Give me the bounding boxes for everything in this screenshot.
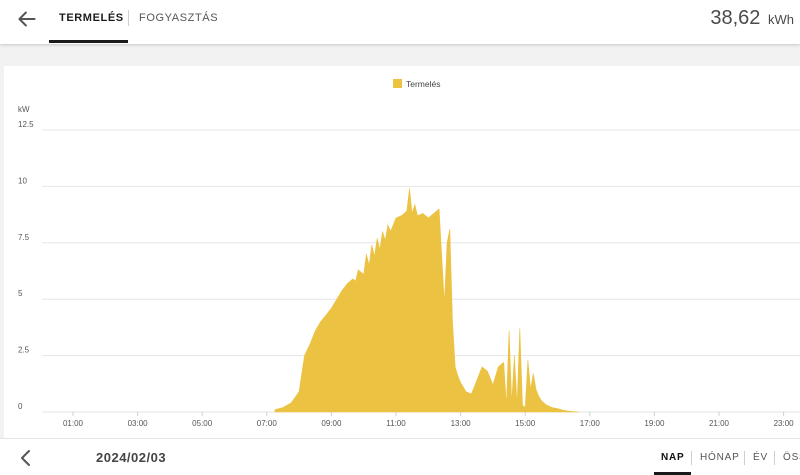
x-tick-label: 17:00 <box>580 419 601 428</box>
x-tick-label: 05:00 <box>192 419 213 428</box>
x-tick-label: 11:00 <box>386 419 406 428</box>
top-bar: TERMELÉS FOGYASZTÁS 38,62 kWh <box>0 0 800 44</box>
production-chart: 0 2.5 5 7.5 10 12.5 01:00 03:00 05:00 07:00 09:00… <box>18 79 800 428</box>
x-tick-label: 01:00 <box>63 419 84 428</box>
x-tick-label: 21:00 <box>709 419 730 428</box>
period-nap[interactable]: NAP <box>661 452 685 463</box>
tab-fogyasztas[interactable]: FOGYASZTÁS <box>139 12 218 24</box>
x-tick-label: 13:00 <box>451 419 472 428</box>
x-tick-label: 19:00 <box>644 419 665 428</box>
tab-termeles[interactable]: TERMELÉS <box>59 12 124 24</box>
period-oss[interactable]: ÖSS <box>783 452 800 463</box>
active-tab-indicator <box>49 40 128 43</box>
legend-swatch <box>393 79 402 88</box>
chart-card: 0 2.5 5 7.5 10 12.5 01:00 03:00 05:00 07:00 09:00… <box>4 66 800 438</box>
y-tick-label: 7.5 <box>18 233 30 242</box>
bottom-bar: 2024/02/03 NAP HÓNAP ÉV ÖSS <box>0 438 800 475</box>
y-tick-label: 2.5 <box>18 346 30 355</box>
x-tick-label: 15:00 <box>515 419 536 428</box>
period-divider <box>744 451 745 465</box>
series-area-layer <box>274 188 580 413</box>
period-ev[interactable]: ÉV <box>753 452 768 463</box>
x-tick-label: 23:00 <box>774 419 795 428</box>
total-value: 38,62 <box>710 7 761 29</box>
y-tick-label: 12.5 <box>18 120 34 129</box>
legend-label[interactable]: Termelés <box>406 79 440 89</box>
y-tick-label: 10 <box>18 176 27 185</box>
y-axis-label: kW <box>18 105 30 114</box>
chevron-left-icon[interactable] <box>16 448 36 468</box>
period-honap[interactable]: HÓNAP <box>700 452 740 463</box>
y-tick-label: 5 <box>18 289 23 298</box>
period-divider <box>691 451 692 465</box>
daily-total: 38,62 kWh <box>710 7 794 30</box>
current-date[interactable]: 2024/02/03 <box>96 450 166 465</box>
y-axis-ticks: 0 2.5 5 7.5 10 12.5 <box>18 120 34 411</box>
period-divider <box>774 451 775 465</box>
x-axis-ticks: 01:00 03:00 05:00 07:00 09:00 11:00 13:00 15:00… <box>63 412 794 428</box>
series-area-termeles[interactable] <box>274 188 580 413</box>
total-unit: kWh <box>768 12 794 27</box>
tab-divider <box>128 10 129 26</box>
x-tick-label: 03:00 <box>128 419 149 428</box>
x-tick-label: 09:00 <box>321 419 342 428</box>
x-tick-label: 07:00 <box>257 419 278 428</box>
arrow-left-icon[interactable] <box>14 6 40 32</box>
y-tick-label: 0 <box>18 402 23 411</box>
